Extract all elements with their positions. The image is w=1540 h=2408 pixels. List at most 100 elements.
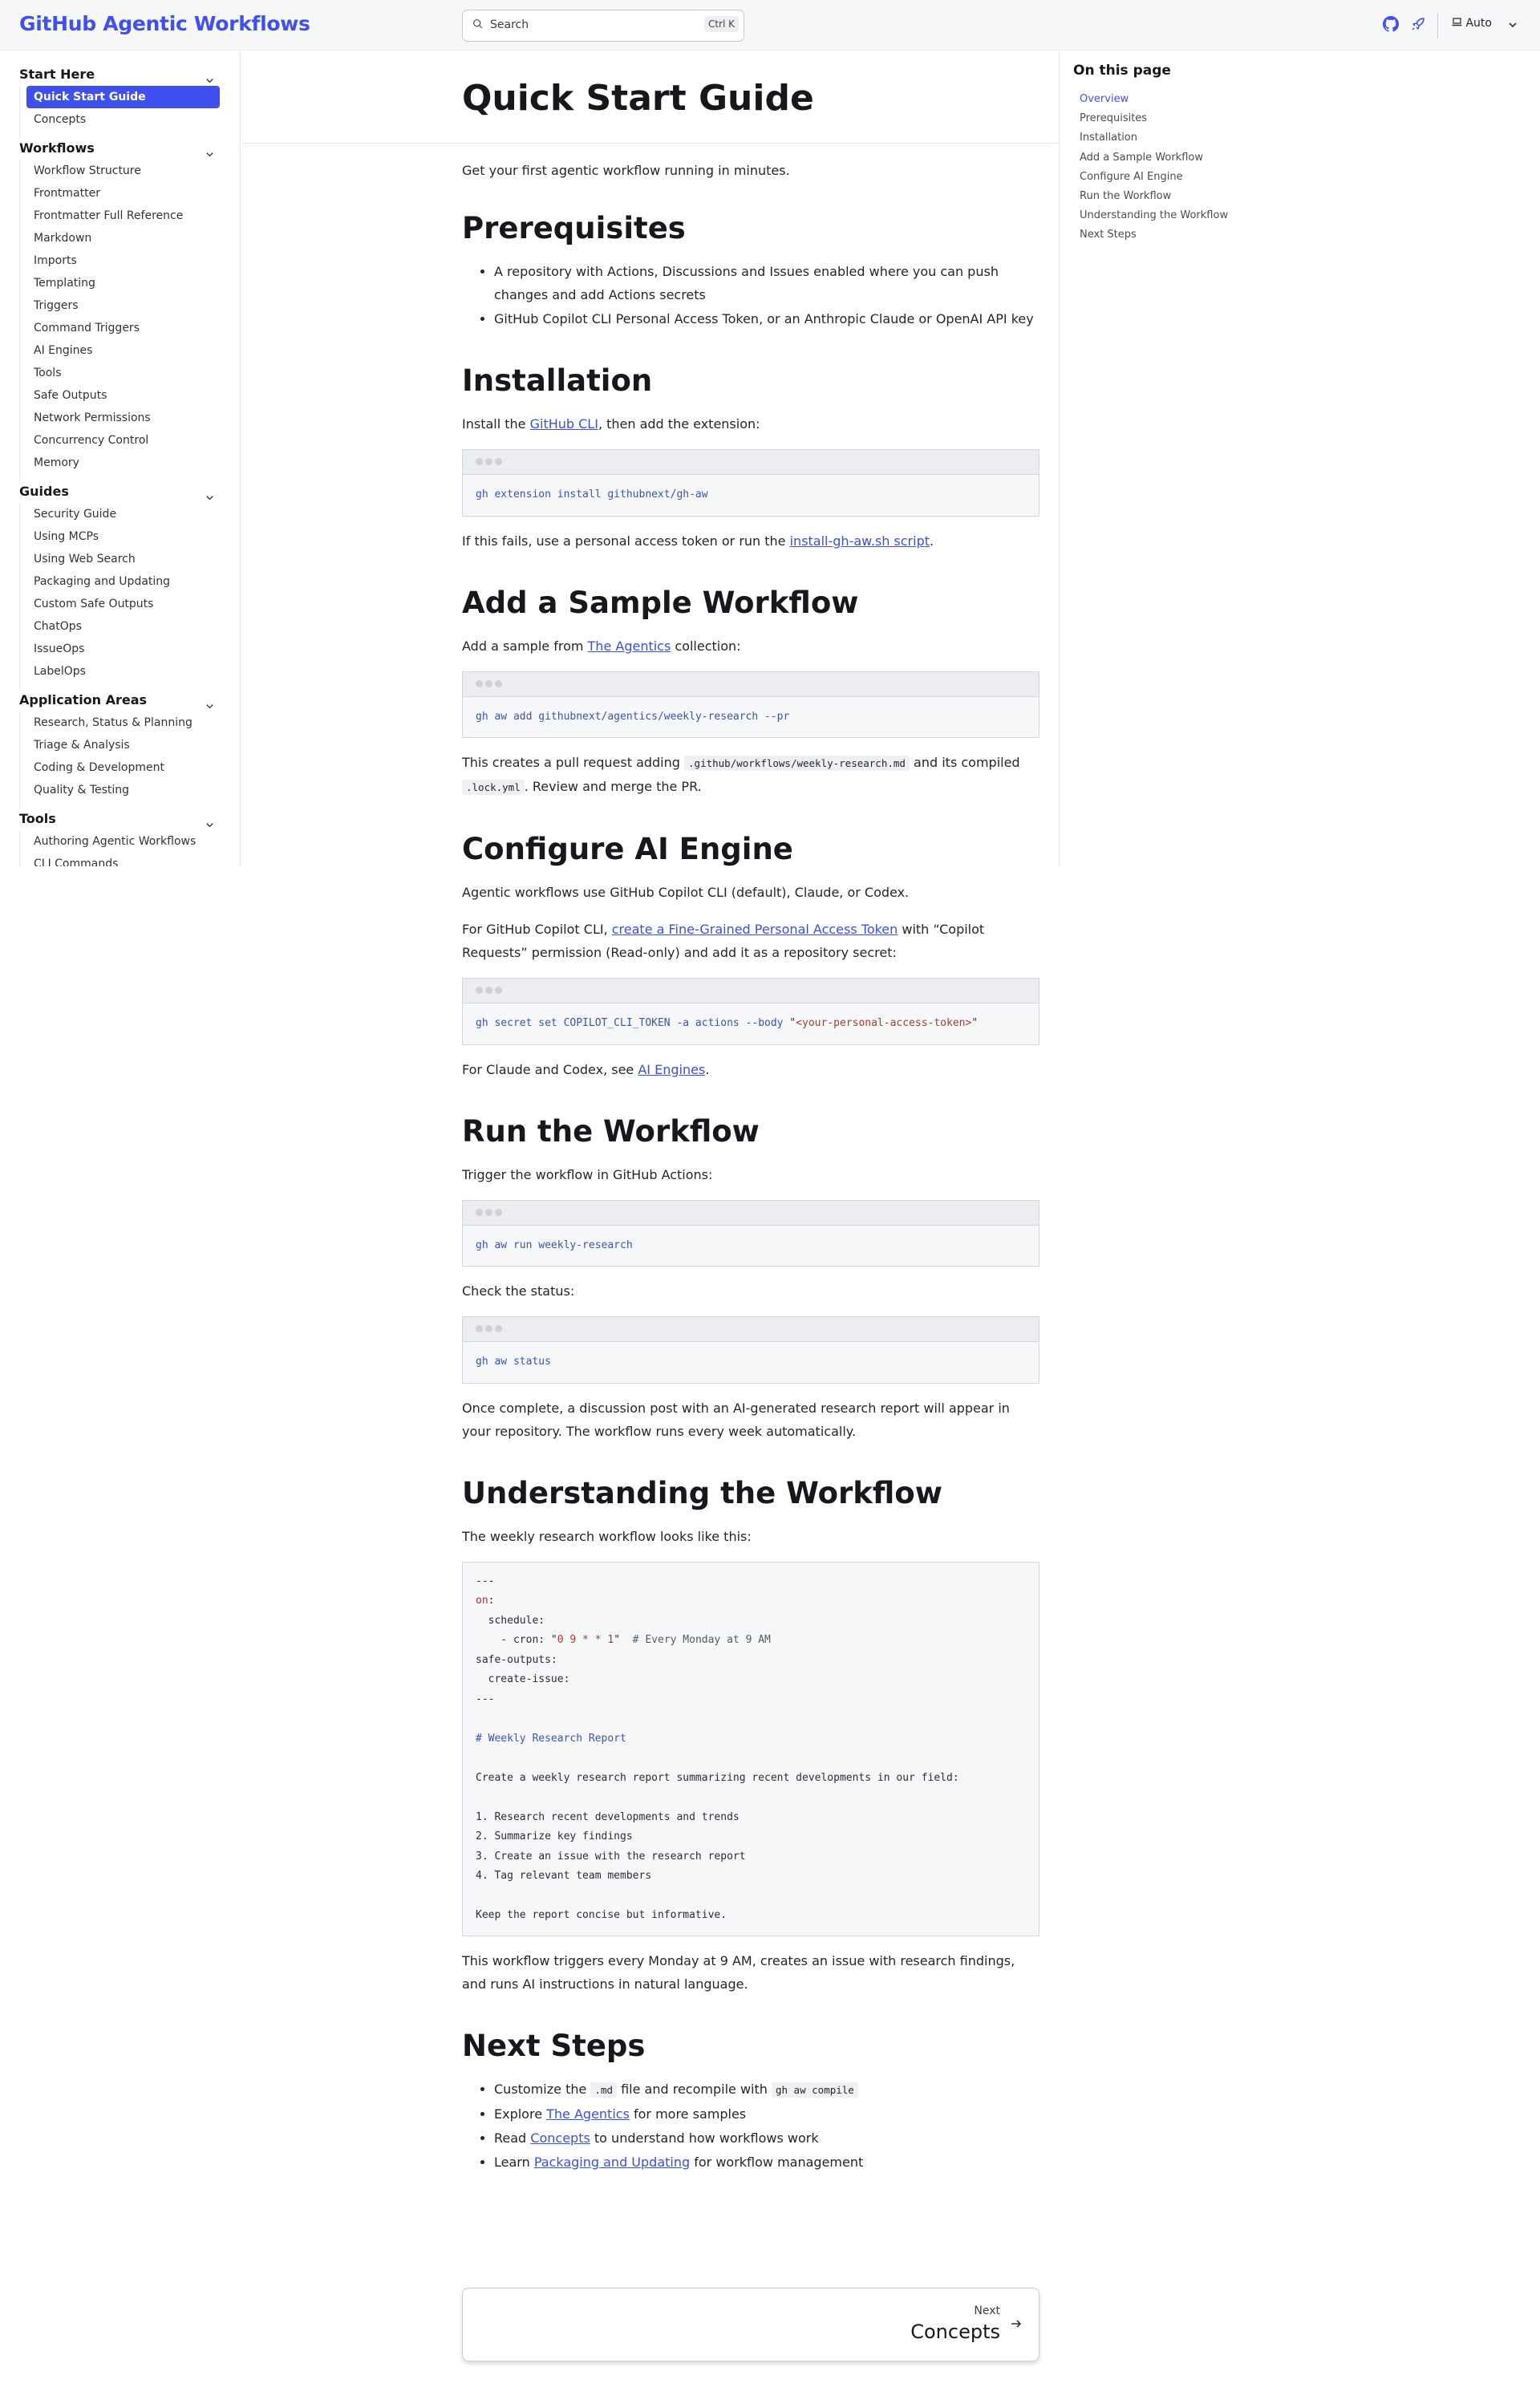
sidebar-section-toggle[interactable]: Start Here	[19, 63, 220, 86]
toc-link[interactable]: Understanding the Workflow	[1080, 206, 1228, 225]
run-after-text: Once complete, a discussion post with an…	[462, 1400, 1010, 1439]
inline-code: .lock.yml	[462, 780, 525, 795]
sidebar-item[interactable]: Workflow Structure	[26, 160, 220, 182]
rocket-icon[interactable]	[1410, 16, 1428, 34]
sidebar-item[interactable]: Memory	[26, 452, 220, 474]
sidebar-items: Security Guide Using MCPs Using Web Search…	[19, 503, 220, 689]
inline-link[interactable]: Concepts	[530, 2130, 590, 2146]
sidebar-item[interactable]: Packaging and Updating	[26, 570, 220, 593]
list-item: Explore The Agentics for more samples	[494, 2102, 1040, 2126]
heading-installation: Installation	[462, 363, 653, 398]
text-segment: .	[705, 1061, 710, 1077]
code-line: - cron: "0 9 * * 1" # Every Monday at 9 …	[476, 1631, 1026, 1651]
sidebar-item[interactable]: Command Triggers	[26, 317, 220, 339]
sidebar-item[interactable]: Security Guide	[26, 503, 220, 525]
chevron-down-icon[interactable]	[205, 144, 215, 157]
list-item: Learn Packaging and Updating for workflo…	[494, 2151, 1040, 2174]
window-dot-icon	[485, 458, 492, 465]
code-content: gh aw add githubnext/agentics/weekly-res…	[463, 697, 1039, 738]
sidebar-item[interactable]: Using Web Search	[26, 548, 220, 570]
search-icon	[472, 18, 483, 32]
status-text: Check the status:	[462, 1283, 575, 1299]
search-input[interactable]: Search Ctrl K	[462, 10, 744, 42]
sidebar-item[interactable]: CLI Commands	[26, 853, 220, 866]
sidebar-item[interactable]: Safe Outputs	[26, 384, 220, 407]
sidebar-item[interactable]: LabelOps	[26, 660, 220, 683]
sidebar-item[interactable]: Authoring Agentic Workflows	[26, 830, 220, 853]
code-token: # Weekly Research Report	[476, 1732, 626, 1745]
next-page-link[interactable]: Next Concepts	[462, 2288, 1040, 2361]
sidebar-item[interactable]: Frontmatter Full Reference	[26, 205, 220, 227]
sidebar-item[interactable]: Custom Safe Outputs	[26, 593, 220, 615]
inline-link[interactable]: create a Fine-Grained Personal Access To…	[612, 922, 898, 937]
code-block-header	[463, 979, 1039, 1003]
toc-link[interactable]: Add a Sample Workflow	[1080, 148, 1228, 168]
search-placeholder: Search	[490, 18, 529, 31]
sidebar-section: Start Here Quick Start Guide Concepts	[19, 63, 220, 137]
inline-link[interactable]: Packaging and Updating	[534, 2155, 690, 2170]
theme-select[interactable]: Auto	[1452, 17, 1492, 30]
laptop-icon	[1452, 18, 1462, 26]
heading-prerequisites: Prerequisites	[462, 211, 686, 245]
sidebar-item[interactable]: Triage & Analysis	[26, 734, 220, 756]
inline-link[interactable]: AI Engines	[638, 1062, 705, 1077]
sidebar-item[interactable]: Research, Status & Planning	[26, 711, 220, 734]
sidebar-item[interactable]: Concepts	[26, 108, 220, 131]
inline-link[interactable]: install-gh-aw.sh script	[790, 533, 930, 549]
chevron-down-icon[interactable]	[205, 70, 215, 83]
sidebar-item[interactable]: Frontmatter	[26, 182, 220, 205]
chevron-down-icon[interactable]	[1508, 18, 1519, 29]
sidebar-item[interactable]: Using MCPs	[26, 525, 220, 548]
sidebar-section-toggle[interactable]: Tools	[19, 808, 220, 830]
sidebar-item[interactable]: Tools	[26, 362, 220, 384]
code-token: Create a weekly research report summariz…	[476, 1771, 959, 1784]
engine-after-text: For Claude and Codex, see AI Engines.	[462, 1058, 1040, 1081]
sidebar-item[interactable]: Coding & Development	[26, 756, 220, 779]
sidebar-item[interactable]: ChatOps	[26, 615, 220, 638]
chevron-down-icon[interactable]	[205, 487, 215, 501]
github-icon[interactable]	[1383, 16, 1400, 34]
sidebar-item[interactable]: Quick Start Guide	[26, 86, 220, 108]
sidebar-section-toggle[interactable]: Workflows	[19, 137, 220, 160]
code-line: ---	[476, 1572, 1026, 1592]
inline-link[interactable]: The Agentics	[588, 638, 671, 654]
site-title[interactable]: GitHub Agentic Workflows	[19, 12, 310, 35]
toc-heading: On this page	[1073, 63, 1171, 79]
chevron-down-icon[interactable]	[205, 814, 215, 828]
code-line: gh aw run weekly-research	[476, 1236, 1026, 1256]
inline-link[interactable]: The Agentics	[546, 2106, 630, 2122]
sidebar-item[interactable]: Triggers	[26, 294, 220, 317]
sidebar-item[interactable]: Network Permissions	[26, 407, 220, 429]
toc-link[interactable]: Installation	[1080, 128, 1228, 148]
sidebar-item[interactable]: Templating	[26, 272, 220, 294]
window-dot-icon	[485, 1325, 492, 1332]
text-segment: collection:	[671, 638, 741, 654]
sidebar-section-toggle[interactable]: Guides	[19, 480, 220, 503]
toc-link[interactable]: Overview	[1080, 90, 1228, 109]
code-line	[476, 1709, 1026, 1729]
toc-link[interactable]: Run the Workflow	[1080, 187, 1228, 206]
sidebar-item[interactable]: Markdown	[26, 227, 220, 249]
understand-after-text: This workflow triggers every Monday at 9…	[462, 1952, 1015, 1992]
code-line: 1. Research recent developments and tren…	[476, 1808, 1026, 1828]
code-token: create-issue:	[476, 1673, 570, 1685]
toc-link[interactable]: Configure AI Engine	[1080, 168, 1228, 187]
code-token: 3. Create an issue with the research rep…	[476, 1850, 746, 1863]
sidebar-item[interactable]: Concurrency Control	[26, 429, 220, 452]
sidebar-section-toggle[interactable]: Application Areas	[19, 689, 220, 711]
window-dot-icon	[476, 1325, 483, 1332]
sidebar-item[interactable]: IssueOps	[26, 638, 220, 660]
sidebar-item[interactable]: Quality & Testing	[26, 779, 220, 801]
toc-link[interactable]: Prerequisites	[1080, 109, 1228, 128]
sidebar-item[interactable]: AI Engines	[26, 339, 220, 362]
sidebar-section: Application Areas Research, Status & Plan…	[19, 689, 220, 808]
code-line: safe-outputs:	[476, 1651, 1026, 1671]
inline-link[interactable]: GitHub CLI	[530, 416, 598, 432]
code-block-header	[463, 1317, 1039, 1342]
text-segment: Read	[494, 2130, 531, 2146]
chevron-down-icon[interactable]	[205, 695, 215, 709]
toc-link[interactable]: Next Steps	[1080, 225, 1228, 245]
sidebar-item[interactable]: Imports	[26, 249, 220, 272]
code-content: gh secret set COPILOT_CLI_TOKEN -a actio…	[463, 1003, 1039, 1044]
